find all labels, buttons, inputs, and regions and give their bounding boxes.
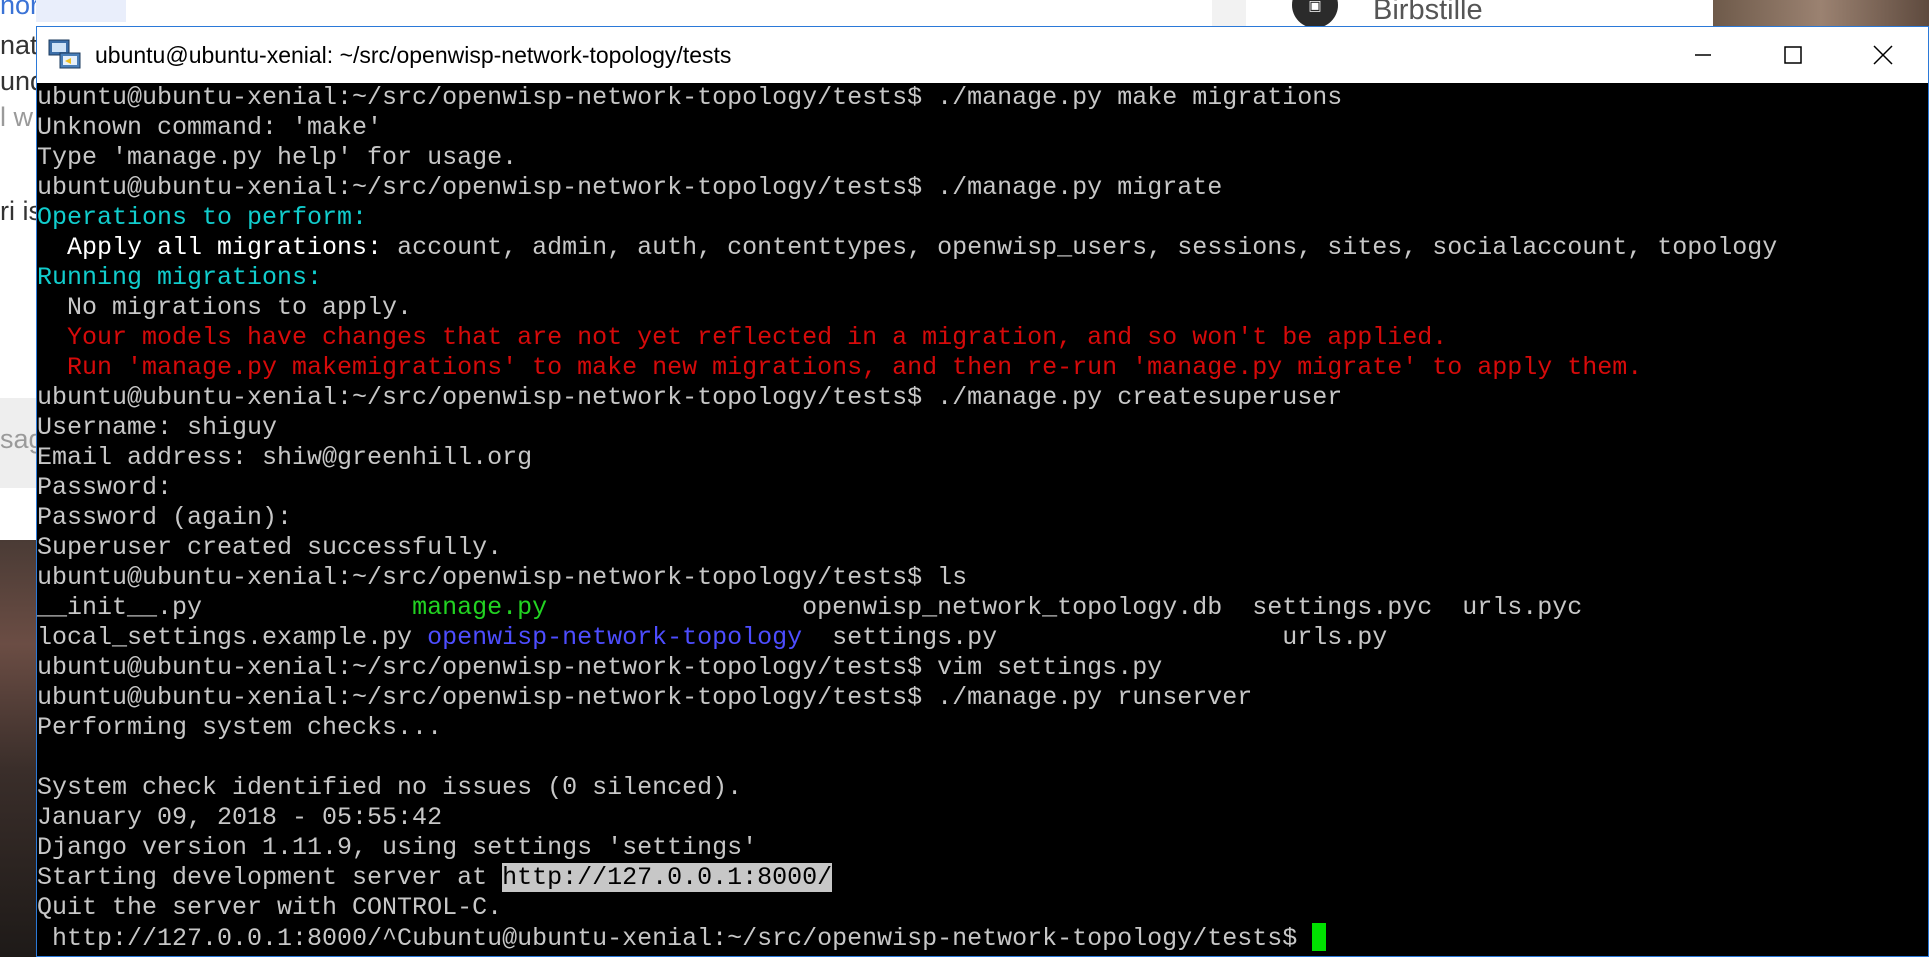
command-text: ./manage.py migrate <box>922 173 1223 202</box>
terminal-line: Type 'manage.py help' for usage. <box>37 143 518 172</box>
minimize-icon <box>1695 54 1711 56</box>
terminal-line: ubuntu@ubuntu-xenial:~/src/openwisp-netw… <box>37 383 1906 413</box>
background-text: ri is <box>0 196 36 226</box>
terminal-line: Password (again): <box>37 503 293 532</box>
ls-output-row: __init__.py manage.py openwisp_network_t… <box>37 593 1906 623</box>
ls-entry: local_settings.example.py <box>37 623 428 652</box>
terminal-line-warning: Your models have changes that are not ye… <box>37 323 1448 352</box>
minimize-button[interactable] <box>1658 27 1748 83</box>
ls-entry: urls.pyc <box>1462 593 1583 622</box>
terminal-line-heading: Running migrations: <box>37 263 323 292</box>
window-title: ubuntu@ubuntu-xenial: ~/src/openwisp-net… <box>95 41 732 68</box>
terminal-line: No migrations to apply. <box>37 293 413 322</box>
background-photo-right <box>1713 0 1929 26</box>
shell-prompt: ubuntu@ubuntu-xenial:~/src/openwisp-netw… <box>37 653 923 682</box>
background-text: und <box>0 66 36 96</box>
background-photo <box>0 540 36 957</box>
terminal-line-heading: Operations to perform: <box>37 203 368 232</box>
ls-entry: settings.pyc <box>1252 593 1463 622</box>
terminal-line: Superuser created successfully. <box>37 533 503 562</box>
background-user-name[interactable]: Birbstille <box>1373 0 1483 27</box>
apply-apps: account, admin, auth, contenttypes, open… <box>382 233 1778 262</box>
terminal-line: Unknown command: 'make' <box>37 113 383 142</box>
terminal-line: Username: shiguy <box>37 413 278 442</box>
terminal-line: ubuntu@ubuntu-xenial:~/src/openwisp-netw… <box>37 83 1906 113</box>
maximize-icon <box>1784 46 1802 64</box>
command-text: ./manage.py createsuperuser <box>922 383 1343 412</box>
ls-entry-directory: openwisp-network-topology <box>427 623 818 652</box>
background-page-top: ▣ Birbstille <box>36 0 1929 28</box>
text-cursor <box>1312 923 1327 951</box>
background-page-left: nori is wife nat und l w ri is sag <box>0 0 36 957</box>
shell-prompt: ubuntu@ubuntu-xenial:~/src/openwisp-netw… <box>37 563 923 592</box>
background-divider <box>1212 0 1246 26</box>
terminal-line: Starting development server at http://12… <box>37 863 1906 893</box>
ls-entry-executable: manage.py <box>412 593 803 622</box>
background-link-text[interactable]: nori is wife <box>0 0 36 21</box>
shell-prompt: ubuntu@ubuntu-xenial:~/src/openwisp-netw… <box>37 173 923 202</box>
shell-prompt: ubuntu@ubuntu-xenial:~/src/openwisp-netw… <box>412 924 1298 953</box>
maximize-button[interactable] <box>1748 27 1838 83</box>
server-url-selected[interactable]: http://127.0.0.1:8000/ <box>502 863 833 892</box>
terminal-input-line[interactable]: http://127.0.0.1:8000/^Cubuntu@ubuntu-xe… <box>37 923 1906 953</box>
background-text: nat <box>0 30 36 60</box>
server-start-text: Starting development server at <box>37 863 503 892</box>
terminal-output[interactable]: ubuntu@ubuntu-xenial:~/src/openwisp-netw… <box>37 83 1906 956</box>
terminal-window[interactable]: ubuntu@ubuntu-xenial: ~/src/openwisp-net… <box>36 26 1929 957</box>
terminal-line: ubuntu@ubuntu-xenial:~/src/openwisp-netw… <box>37 683 1906 713</box>
terminal-line: ubuntu@ubuntu-xenial:~/src/openwisp-netw… <box>37 173 1906 203</box>
terminal-line: January 09, 2018 - 05:55:42 <box>37 803 443 832</box>
ls-entry: openwisp_network_topology.db <box>802 593 1253 622</box>
ls-entry: settings.py <box>817 623 1283 652</box>
terminal-line: Django version 1.11.9, using settings 's… <box>37 833 758 862</box>
terminal-line: ubuntu@ubuntu-xenial:~/src/openwisp-netw… <box>37 563 1906 593</box>
shell-prompt: ubuntu@ubuntu-xenial:~/src/openwisp-netw… <box>37 83 923 112</box>
terminal-app-icon <box>48 39 81 69</box>
ls-output-row: local_settings.example.py openwisp-netwo… <box>37 623 1906 653</box>
command-text: ./manage.py runserver <box>922 683 1253 712</box>
ls-entry: __init__.py <box>37 593 413 622</box>
scrollbar[interactable] <box>1906 83 1928 956</box>
close-icon <box>1873 45 1893 65</box>
close-button[interactable] <box>1838 27 1928 83</box>
command-text: vim settings.py <box>922 653 1163 682</box>
background-link-highlight <box>36 0 126 22</box>
terminal-line-warning: Run 'manage.py makemigrations' to make n… <box>37 353 1643 382</box>
avatar[interactable]: ▣ <box>1292 0 1338 28</box>
ls-entry: urls.py <box>1282 623 1388 652</box>
terminal-line: Password: <box>37 473 173 502</box>
background-text: l w <box>0 102 33 132</box>
apply-label: Apply all migrations: <box>37 233 383 262</box>
shell-prompt: ubuntu@ubuntu-xenial:~/src/openwisp-netw… <box>37 683 923 712</box>
terminal-line: System check identified no issues (0 sil… <box>37 773 743 802</box>
shell-prompt: ubuntu@ubuntu-xenial:~/src/openwisp-netw… <box>37 383 923 412</box>
terminal-line: Quit the server with CONTROL-C. <box>37 893 503 922</box>
terminal-line: Performing system checks... <box>37 713 443 742</box>
title-bar[interactable]: ubuntu@ubuntu-xenial: ~/src/openwisp-net… <box>37 27 1928 83</box>
command-text: ./manage.py make migrations <box>922 83 1343 112</box>
terminal-line: Apply all migrations: account, admin, au… <box>37 233 1906 263</box>
pasted-text: http://127.0.0.1:8000/^C <box>37 924 413 953</box>
terminal-line: ubuntu@ubuntu-xenial:~/src/openwisp-netw… <box>37 653 1906 683</box>
command-text: ls <box>922 563 968 592</box>
terminal-line: Email address: shiw@greenhill.org <box>37 443 533 472</box>
background-placeholder-text: sag <box>0 424 36 454</box>
